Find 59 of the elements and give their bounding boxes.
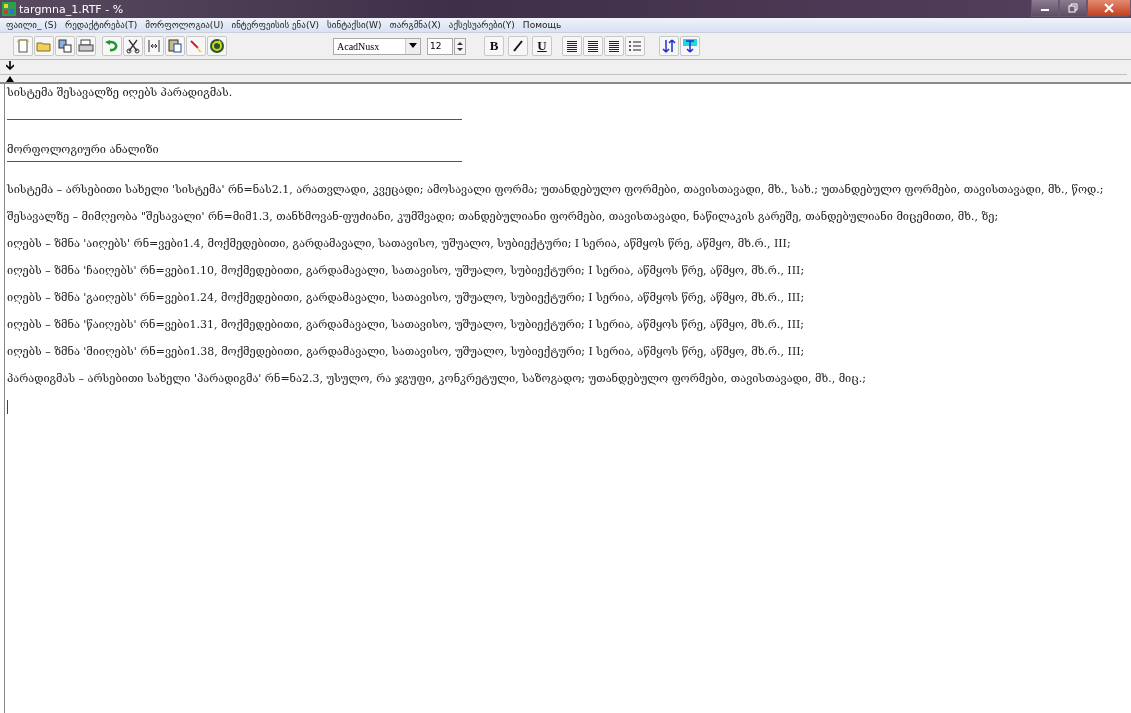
italic-icon xyxy=(512,40,524,52)
print-icon xyxy=(78,38,94,54)
menu-item[interactable]: აქსესუარები(Y) xyxy=(444,20,519,30)
dropdown-arrow-icon xyxy=(409,43,417,49)
analysis-line: პარადიგმას – არსებითი სახელი 'პარადიგმა' რნ=ნა2.3, უსულო, რა ჯგუფი, კონკრეტული, საზოგადო; უთანდებულო ფორმები, თავისთავადი, მხ., მიც.; xyxy=(7,372,866,385)
indent-marker-icon[interactable] xyxy=(6,61,14,70)
grid-down-arrow-icon xyxy=(682,38,698,54)
close-icon xyxy=(1104,3,1114,13)
heading-text: მორფოლოგიური ანალიზი xyxy=(7,143,159,156)
paste-button[interactable] xyxy=(165,36,185,56)
analysis-line: იღებს – ზმნა 'ჩაიღებს' რნ=ვები1.10, მოქმედებითი, გარდამავალი, სათავისო, უშუალო, სუბიექტური; I სერია, აწმყოს წრე, აწმყო, მხ.რ., III; xyxy=(7,264,805,277)
close-button[interactable] xyxy=(1087,0,1131,17)
indent-marker-icon[interactable] xyxy=(6,76,14,82)
menu-item[interactable]: რედაქტირება(T) xyxy=(61,20,142,30)
brush-button[interactable] xyxy=(186,36,206,56)
grid-down-arrow-button[interactable] xyxy=(680,36,700,56)
font-dropdown[interactable]: AcadNusx xyxy=(333,37,421,55)
justify-button[interactable] xyxy=(604,36,624,56)
menu-item[interactable]: ფაილი_ (S) xyxy=(2,20,61,30)
swap-arrows-icon xyxy=(661,38,677,54)
analysis-line: შესავალზე – მიმღეობა "შესავალი' რნ=მიმ1.3, თანხმოვან-ფუძიანი, კუმშვადი; თანდებულიანი ფორმები, თავისთავადი, ნაწილაკის გარეშე, თანდებულიანი მიცემითი, მხ., ზე; xyxy=(7,210,999,223)
menu-item[interactable]: Помощь xyxy=(518,20,566,30)
analysis-line: სისტემა – არსებითი სახელი 'სისტემა' რნ=ნას2.1, არათვლადი, კვეცადი; ამოსავალი ფორმა; უთანდებულო ფორმები, თავისთავადი, მხ., სახ.; უთანდებულო ფორმები, თავისთავადი, მხ., წოდ.; xyxy=(7,183,1104,196)
font-size-field[interactable]: 12 xyxy=(427,37,453,55)
text-cursor xyxy=(7,400,8,414)
arrows-icon xyxy=(146,38,162,54)
minimize-button[interactable] xyxy=(1031,0,1059,17)
app-icon xyxy=(2,2,16,16)
align-center-icon xyxy=(585,38,601,54)
print-button[interactable] xyxy=(76,36,96,56)
scissors-icon xyxy=(125,38,141,54)
analysis-line: იღებს – ზმნა 'მიიღებს' რნ=ვები1.38, მოქმედებითი, გარდამავალი, სათავისო, უშუალო, სუბიექტური; I სერია, აწმყოს წრე, აწმყო, მხ.რ., III; xyxy=(7,345,805,358)
spinner-icon[interactable] xyxy=(454,37,466,55)
analysis-line: იღებს – ზმნა 'აიღებს' რნ=ვები1.4, მოქმედებითი, გარდამავალი, სათავისო, უშუალო, სუბიექტური; I სერია, აწმყოს წრე, აწმყო, მხ.რ., III; xyxy=(7,237,791,250)
new-document-icon xyxy=(15,38,31,54)
list-button[interactable] xyxy=(625,36,645,56)
undo-icon xyxy=(104,38,120,54)
align-left-button[interactable] xyxy=(562,36,582,56)
menu-item[interactable]: მორფოლოგია(U) xyxy=(141,20,228,30)
menu-item[interactable]: ინტერფეისის ენა(V) xyxy=(227,20,324,30)
list-icon xyxy=(627,38,643,54)
brush-icon xyxy=(188,38,204,54)
justify-icon xyxy=(606,38,622,54)
scissors-button[interactable] xyxy=(123,36,143,56)
underline-button[interactable]: U xyxy=(532,36,552,56)
menu-item[interactable]: თარგმნა(X) xyxy=(385,20,445,30)
menu-item[interactable]: სინტაქსი(W) xyxy=(323,20,386,30)
analysis-line: იღებს – ზმნა 'წაიღებს' რნ=ვები1.31, მოქმედებითი, გარდამავალი, სათავისო, უშუალო, სუბიექტური; I სერია, აწმყოს წრე, აწმყო, მხ.რ., III; xyxy=(7,318,805,331)
italic-button[interactable] xyxy=(508,36,528,56)
restore-icon xyxy=(1068,3,1078,13)
align-left-icon xyxy=(564,38,580,54)
swap-arrows-button[interactable] xyxy=(659,36,679,56)
analysis-line: იღებს – ზმნა 'გაიღებს' რნ=ვები1.24, მოქმედებითი, გარდამავალი, სათავისო, უშუალო, სუბიექტური; I სერია, აწმყოს წრე, აწმყო, მხ.რ., III; xyxy=(7,291,805,304)
heading-text: სისტემა შესავალზე იღებს პარადიგმას. xyxy=(7,86,233,99)
bold-button[interactable]: B xyxy=(484,36,504,56)
window-title: targmna_1.RTF - % xyxy=(19,2,125,16)
paste-icon xyxy=(167,38,183,54)
align-center-button[interactable] xyxy=(583,36,603,56)
restore-button[interactable] xyxy=(1059,0,1087,17)
